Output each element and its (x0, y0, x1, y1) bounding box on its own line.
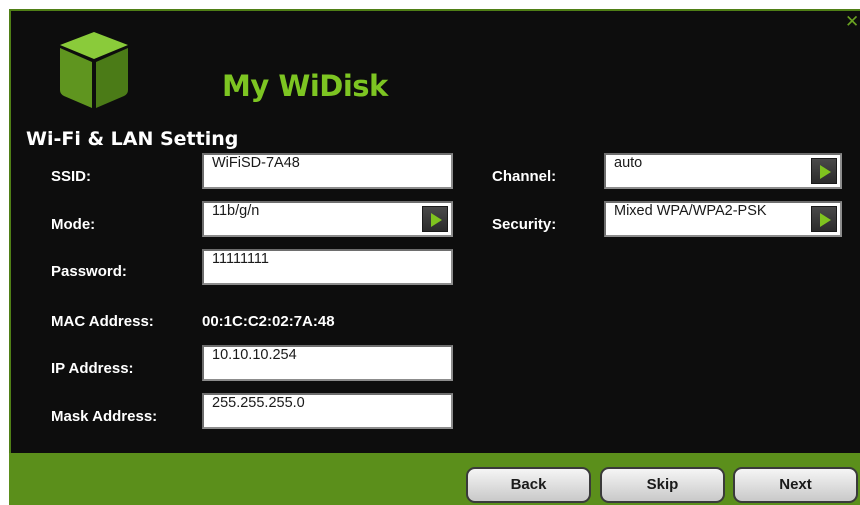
mac-label: MAC Address: (51, 313, 154, 330)
cube-logo-icon (60, 32, 128, 108)
mask-label: Mask Address: (51, 408, 158, 425)
back-button[interactable]: Back (466, 467, 591, 503)
close-icon[interactable]: ✕ (845, 14, 859, 31)
window-top-border (9, 9, 860, 11)
password-field[interactable]: 11111111 (202, 249, 453, 285)
ip-field[interactable]: 10.10.10.254 (202, 345, 453, 381)
password-label: Password: (51, 263, 127, 280)
security-select[interactable]: Mixed WPA/WPA2-PSK (604, 201, 842, 237)
ip-value: 10.10.10.254 (212, 347, 297, 363)
channel-dropdown-icon[interactable] (811, 158, 837, 184)
channel-select[interactable]: auto (604, 153, 842, 189)
ip-label: IP Address: (51, 360, 134, 377)
section-title: Wi-Fi & LAN Setting (26, 128, 239, 150)
channel-label: Channel: (492, 168, 557, 185)
ssid-value: WiFiSD-7A48 (212, 155, 300, 171)
next-button[interactable]: Next (733, 467, 858, 503)
mode-value: 11b/g/n (212, 203, 260, 219)
mask-value: 255.255.255.0 (212, 395, 305, 411)
ssid-label: SSID: (51, 168, 92, 185)
security-value: Mixed WPA/WPA2-PSK (614, 203, 767, 219)
mac-value: 00:1C:C2:02:7A:48 (202, 313, 335, 330)
window-left-border (9, 9, 11, 505)
mask-field[interactable]: 255.255.255.0 (202, 393, 453, 429)
password-value: 11111111 (212, 251, 269, 267)
app-title: My WiDisk (222, 69, 388, 103)
ssid-field[interactable]: WiFiSD-7A48 (202, 153, 453, 189)
channel-value: auto (614, 155, 643, 171)
security-dropdown-icon[interactable] (811, 206, 837, 232)
mode-select[interactable]: 11b/g/n (202, 201, 453, 237)
mode-dropdown-icon[interactable] (422, 206, 448, 232)
mode-label: Mode: (51, 216, 96, 233)
security-label: Security: (492, 216, 557, 233)
skip-button[interactable]: Skip (600, 467, 725, 503)
